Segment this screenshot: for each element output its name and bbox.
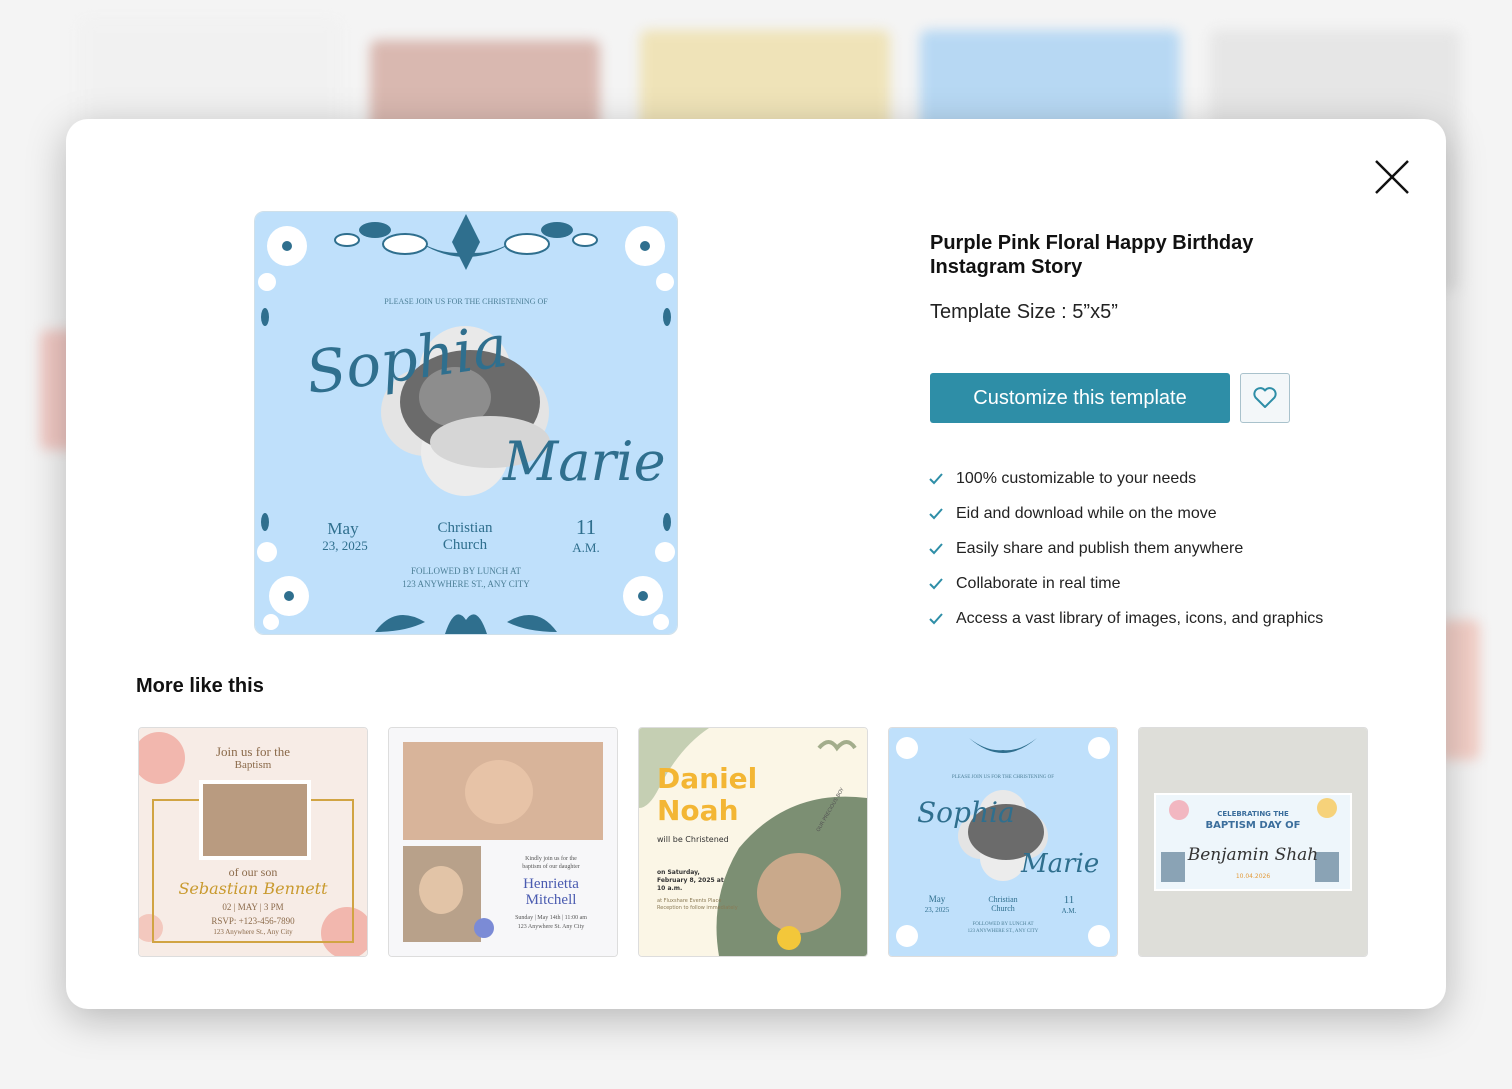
preview-venue-2: Church (443, 537, 488, 553)
template-thumbnail[interactable]: PLEASE JOIN US FOR THE CHRISTENING OF So… (888, 727, 1118, 957)
template-thumbnail[interactable]: CELEBRATING THE BAPTISM DAY OF Benjamin … (1138, 727, 1368, 957)
thumb-text: 123 Anywhere St., Any City (213, 928, 293, 936)
template-preview-art: PLEASE JOIN US FOR THE CHRISTENING OF So… (255, 212, 677, 634)
thumbnail-art: CELEBRATING THE BAPTISM DAY OF Benjamin … (1139, 728, 1367, 956)
feature-text: Eid and download while on the move (956, 504, 1217, 522)
preview-time-1: 11 (576, 515, 596, 539)
thumb-text: at Fluxshare Events Place (657, 898, 721, 904)
preview-footer-1: FOLLOWED BY LUNCH AT (411, 566, 521, 576)
favorite-button[interactable] (1240, 373, 1290, 423)
thumb-text: of our son (229, 865, 278, 879)
check-icon (929, 612, 943, 624)
template-title: Purple Pink Floral Happy Birthday Instag… (930, 232, 1254, 278)
thumbnail-art: PLEASE JOIN US FOR THE CHRISTENING OF So… (889, 728, 1117, 956)
thumbnail-art: Kindly join us for the baptism of our da… (389, 728, 617, 956)
thumb-text: Mitchell (526, 892, 577, 908)
thumb-text: Kindly join us for the (525, 855, 577, 862)
feature-text: Access a vast library of images, icons, … (956, 609, 1324, 627)
feature-list: 100% customizable to your needs Eid and … (928, 461, 1323, 636)
thumb-text: Marie (1020, 849, 1099, 879)
check-icon (929, 472, 943, 484)
preview-venue-1: Christian (438, 520, 493, 536)
thumb-text: 123 ANYWHERE ST., ANY CITY (968, 929, 1039, 934)
thumb-text: BAPTISM DAY OF (1205, 820, 1300, 831)
thumb-text: Christian (988, 895, 1017, 904)
template-thumbnail[interactable]: Join us for the Baptism of our son Sebas… (138, 727, 368, 957)
thumb-text: 123 Anywhere St. Any City (518, 924, 585, 930)
preview-footer-2: 123 ANYWHERE ST., ANY CITY (402, 579, 530, 589)
thumb-text: May (929, 894, 946, 904)
template-thumbnail[interactable]: Kindly join us for the baptism of our da… (388, 727, 618, 957)
thumb-text: 11 (1064, 894, 1075, 906)
feature-item: 100% customizable to your needs (928, 461, 1323, 496)
feature-item: Collaborate in real time (928, 566, 1323, 601)
preview-last-name: Marie (502, 430, 666, 493)
thumb-text: Daniel (657, 762, 757, 795)
thumb-text: Reception to follow immediately (657, 905, 738, 911)
thumb-text: PLEASE JOIN US FOR THE CHRISTENING OF (952, 775, 1054, 780)
thumb-text: Church (991, 904, 1015, 913)
feature-item: Eid and download while on the move (928, 496, 1323, 531)
thumb-text: RSVP: +123-456-7890 (211, 916, 295, 926)
thumb-text: 02 | MAY | 3 PM (222, 902, 283, 912)
template-preview: PLEASE JOIN US FOR THE CHRISTENING OF So… (254, 211, 678, 635)
more-like-this-list: Join us for the Baptism of our son Sebas… (138, 727, 1368, 957)
thumb-text: Benjamin Shah (1187, 845, 1319, 865)
close-icon (1375, 160, 1409, 194)
feature-text: Easily share and publish them anywhere (956, 539, 1244, 557)
preview-month: May (327, 519, 359, 538)
thumb-text: on Saturday, (657, 869, 700, 876)
check-icon (929, 577, 943, 589)
thumb-text: Sophia (917, 796, 1015, 829)
thumb-text: FOLLOWED BY LUNCH AT (972, 922, 1033, 927)
thumb-text: 10.04.2026 (1236, 873, 1271, 880)
feature-text: 100% customizable to your needs (956, 469, 1197, 487)
template-modal: PLEASE JOIN US FOR THE CHRISTENING OF So… (66, 119, 1446, 1009)
preview-date: 23, 2025 (322, 538, 368, 553)
thumb-text: Sunday | May 14th | 11:00 am (515, 915, 587, 921)
thumb-text: will be Christened (657, 835, 729, 844)
feature-item: Easily share and publish them anywhere (928, 531, 1323, 566)
thumb-text: 23, 2025 (925, 906, 950, 914)
thumb-text: Noah (657, 794, 739, 827)
feature-text: Collaborate in real time (956, 574, 1121, 592)
template-thumbnail[interactable]: Daniel Noah will be Christened OUR PRECI… (638, 727, 868, 957)
thumb-text: A.M. (1062, 907, 1077, 915)
thumb-text: CELEBRATING THE (1217, 810, 1289, 818)
feature-item: Access a vast library of images, icons, … (928, 601, 1323, 636)
check-icon (929, 507, 943, 519)
thumb-text: baptism of our daughter (522, 863, 580, 870)
more-like-this-heading: More like this (136, 675, 264, 697)
thumb-text: Join us for the (216, 744, 290, 759)
preview-invite-line: PLEASE JOIN US FOR THE CHRISTENING OF (384, 297, 548, 306)
thumb-text: February 8, 2025 at (657, 877, 724, 884)
close-button[interactable] (1370, 155, 1414, 199)
thumbnail-art: Join us for the Baptism of our son Sebas… (139, 728, 367, 956)
preview-time-2: A.M. (572, 540, 599, 555)
thumbnail-art: Daniel Noah will be Christened OUR PRECI… (639, 728, 867, 956)
check-icon (929, 542, 943, 554)
bg-card (1440, 620, 1480, 760)
thumb-text: Baptism (235, 759, 272, 771)
template-size: Template Size : 5”x5” (930, 301, 1118, 323)
customize-template-button[interactable]: Customize this template (930, 373, 1230, 423)
thumb-text: Sebastian Bennett (178, 879, 328, 898)
heart-icon (1253, 387, 1277, 408)
thumb-text: 10 a.m. (657, 885, 682, 892)
thumb-text: Henrietta (523, 876, 579, 892)
